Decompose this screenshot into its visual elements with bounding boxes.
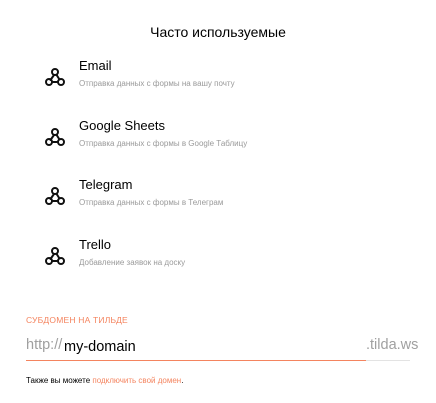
note-end: . [181, 376, 184, 385]
subdomain-label: СУБДОМЕН НА ТИЛЬДЕ [26, 315, 128, 325]
service-description: Отправка данных с формы на вашу почту [79, 79, 235, 88]
service-name: Trello [79, 237, 112, 252]
service-item-telegram[interactable]: Telegram Отправка данных с формы в Телег… [44, 177, 404, 221]
webhook-icon [44, 245, 66, 267]
input-underline [366, 360, 410, 361]
subdomain-field: http:// .tilda.ws [26, 336, 419, 362]
service-name: Email [79, 58, 112, 73]
service-item-google-sheets[interactable]: Google Sheets Отправка данных с формы в … [44, 118, 404, 162]
custom-domain-note: Также вы можете подключить свой домен. [26, 376, 183, 385]
note-text: Также вы можете [26, 376, 93, 385]
service-description: Отправка данных с формы в Телеграм [79, 198, 224, 207]
webhook-icon [44, 126, 66, 148]
service-item-trello[interactable]: Trello Добавление заявок на доску [44, 237, 404, 281]
subdomain-input[interactable] [64, 336, 386, 358]
webhook-icon [44, 185, 66, 207]
service-name: Telegram [79, 177, 133, 192]
input-underline-active [26, 360, 366, 361]
service-name: Google Sheets [79, 118, 166, 133]
service-description: Отправка данных с формы в Google Таблицу [79, 139, 248, 148]
service-item-email[interactable]: Email Отправка данных с формы на вашу по… [44, 58, 404, 102]
webhook-icon [44, 66, 66, 88]
subdomain-suffix: .tilda.ws [366, 337, 419, 353]
service-description: Добавление заявок на доску [79, 258, 186, 267]
connect-domain-link[interactable]: подключить свой домен [92, 376, 181, 385]
section-title: Часто используемые [150, 24, 286, 40]
subdomain-prefix: http:// [26, 337, 63, 353]
